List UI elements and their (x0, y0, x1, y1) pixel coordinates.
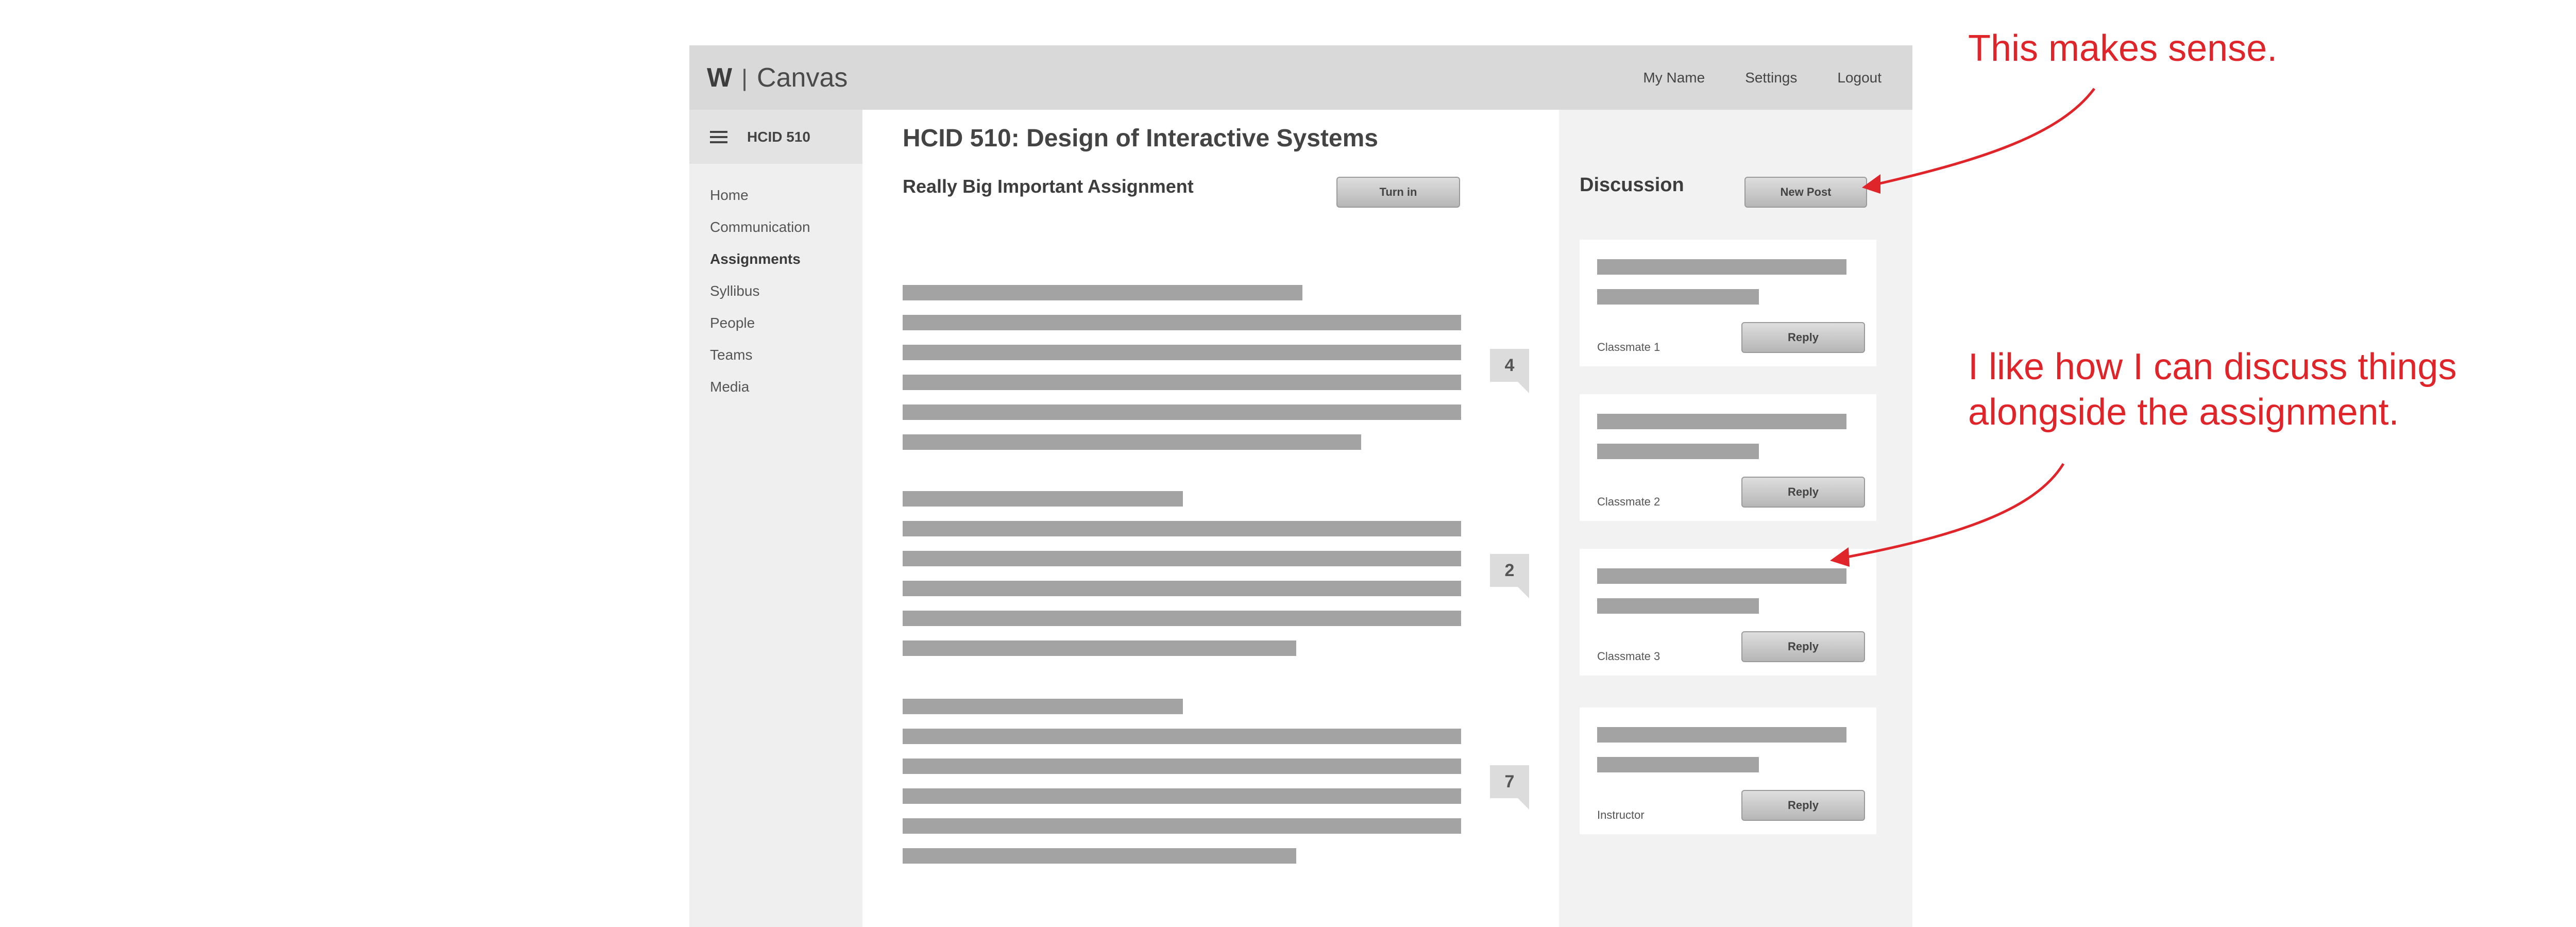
annotation-arrowhead-2 (1830, 547, 1850, 567)
annotation-arrow-2 (1844, 463, 2065, 559)
annotation-arrows (1830, 88, 2096, 567)
annotation-arrow-1 (1875, 88, 2096, 186)
annotation-arrowhead-1 (1862, 174, 1880, 194)
